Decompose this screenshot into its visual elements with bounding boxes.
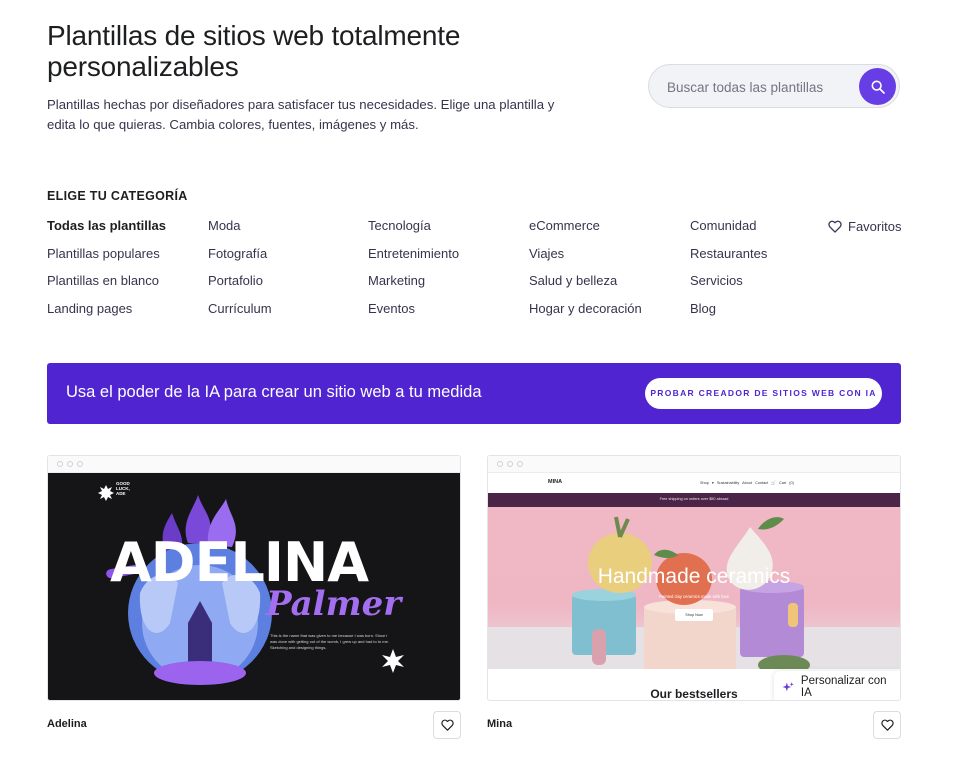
category-marketing[interactable]: Marketing (368, 271, 459, 299)
heart-icon (440, 719, 454, 731)
page-subtitle: Plantillas hechas por diseñadores para s… (47, 97, 555, 132)
category-services[interactable]: Servicios (690, 271, 767, 299)
search-icon (871, 80, 885, 94)
adelina-preview: GOOD LUCK, ADE ADELINA Palmer This is th… (48, 473, 460, 700)
window-dot (77, 461, 83, 467)
category-fashion[interactable]: Moda (208, 216, 272, 244)
window-dot (517, 461, 523, 467)
mina-logo: MINA (548, 479, 563, 485)
adelina-logo: GOOD LUCK, ADE (106, 481, 136, 496)
template-name: Mina (487, 718, 513, 730)
page-title: Plantillas de sitios web totalmente pers… (47, 20, 461, 82)
mina-shop-button: Shop Now (675, 609, 713, 621)
favorites-label: Favoritos (848, 218, 902, 234)
category-column-4: eCommerce Viajes Salud y belleza Hogar y… (529, 216, 642, 327)
browser-bar (48, 456, 460, 473)
template-preview-frame[interactable]: MINA Shop ▾ Sustainability About Contact… (487, 455, 901, 701)
template-card-mina: MINA Shop ▾ Sustainability About Contact… (487, 455, 901, 739)
mina-promo-text: Free shipping on orders over $50 abroad (659, 497, 729, 501)
ai-banner-text: Usa el poder de la IA para crear un siti… (66, 383, 482, 401)
try-ai-builder-button[interactable]: PROBAR CREADOR DE SITIOS WEB CON IA (645, 378, 882, 409)
window-dot (497, 461, 503, 467)
adelina-hero: GOOD LUCK, ADE ADELINA Palmer This is th… (48, 473, 460, 700)
category-blank[interactable]: Plantillas en blanco (47, 271, 166, 299)
category-community[interactable]: Comunidad (690, 216, 767, 244)
favorites-link[interactable]: Favoritos (828, 216, 901, 236)
mina-nav-links: Shop ▾ Sustainability About Contact 🛒 Ca… (700, 481, 794, 485)
category-blog[interactable]: Blog (690, 299, 767, 327)
category-column-1: Todas las plantillas Plantillas populare… (47, 216, 166, 327)
personalize-ai-label: Personalizar con IA (800, 675, 887, 699)
window-dot (507, 461, 513, 467)
mina-promo-strip: Free shipping on orders over $50 abroad (488, 493, 900, 507)
category-technology[interactable]: Tecnología (368, 216, 459, 244)
mina-tagline: Painted clay ceramics made with love (659, 594, 729, 599)
template-preview-frame[interactable]: GOOD LUCK, ADE ADELINA Palmer This is th… (47, 455, 461, 701)
heart-icon (880, 719, 894, 731)
search-input[interactable] (667, 77, 852, 97)
category-column-5: Comunidad Restaurantes Servicios Blog (690, 216, 767, 327)
category-popular[interactable]: Plantillas populares (47, 244, 166, 272)
mina-preview: MINA Shop ▾ Sustainability About Contact… (488, 473, 900, 700)
category-home-decor[interactable]: Hogar y decoración (529, 299, 642, 327)
category-column-2: Moda Fotografía Portafolio Currículum (208, 216, 272, 327)
sparkle-icon (782, 681, 794, 691)
category-ecommerce[interactable]: eCommerce (529, 216, 642, 244)
category-photography[interactable]: Fotografía (208, 244, 272, 272)
heart-icon (828, 220, 842, 233)
category-restaurants[interactable]: Restaurantes (690, 244, 767, 272)
category-portfolio[interactable]: Portafolio (208, 271, 272, 299)
window-dot (57, 461, 63, 467)
category-all-templates[interactable]: Todas las plantillas (47, 216, 166, 244)
category-entertainment[interactable]: Entretenimiento (368, 244, 459, 272)
window-dot (67, 461, 73, 467)
mina-nav: MINA Shop ▾ Sustainability About Contact… (488, 473, 900, 493)
category-events[interactable]: Eventos (368, 299, 459, 327)
category-health-beauty[interactable]: Salud y belleza (529, 271, 642, 299)
personalize-ai-button[interactable]: Personalizar con IA (774, 671, 900, 700)
adelina-body: This is the name that was given to me be… (270, 633, 389, 650)
adelina-script: Palmer (266, 584, 402, 624)
category-heading: ELIGE TU CATEGORÍA (47, 189, 188, 203)
template-name: Adelina (47, 718, 87, 730)
category-landing-pages[interactable]: Landing pages (47, 299, 166, 327)
favorite-button[interactable] (433, 711, 461, 739)
browser-bar (488, 456, 900, 473)
mina-site: MINA Shop ▾ Sustainability About Contact… (488, 473, 900, 700)
category-column-3: Tecnología Entretenimiento Marketing Eve… (368, 216, 459, 327)
mina-headline: Handmade ceramics (597, 565, 791, 588)
category-resume[interactable]: Currículum (208, 299, 272, 327)
ai-banner: Usa el poder de la IA para crear un siti… (47, 363, 901, 424)
search-bar (648, 64, 900, 108)
template-card-adelina: GOOD LUCK, ADE ADELINA Palmer This is th… (47, 455, 461, 739)
adelina-logo-text: GOOD LUCK, ADE (116, 481, 130, 496)
mina-hero: Handmade ceramics Painted clay ceramics … (488, 507, 900, 669)
favorite-button[interactable] (873, 711, 901, 739)
search-button[interactable] (859, 68, 896, 105)
category-travel[interactable]: Viajes (529, 244, 642, 272)
